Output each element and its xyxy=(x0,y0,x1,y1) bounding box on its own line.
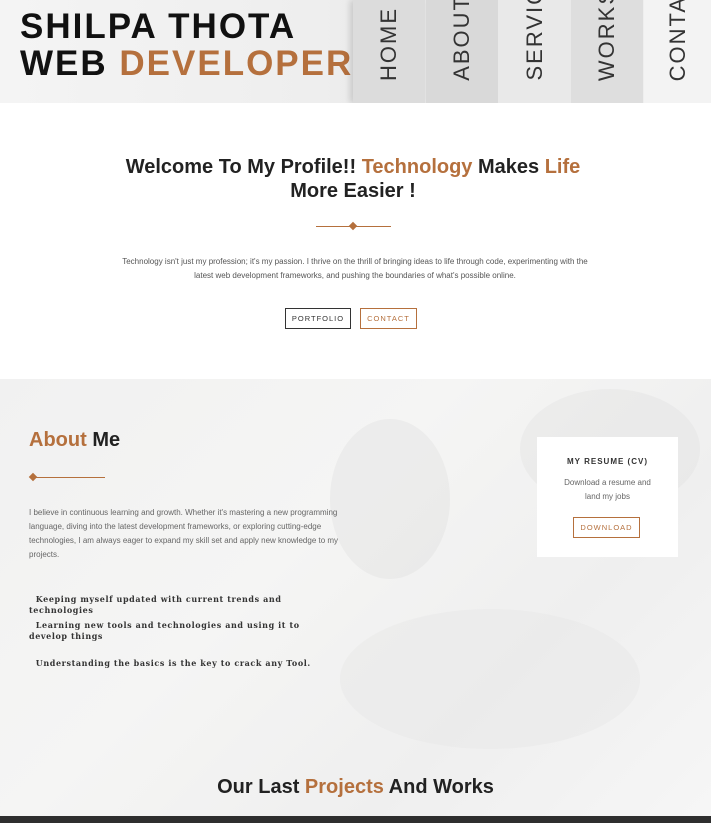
hero-title-accent-technology: Technology xyxy=(361,156,473,178)
resume-text: Download a resume and land my jobs xyxy=(564,478,651,501)
skill-item-text: Keeping myself updated with current tren… xyxy=(29,594,282,615)
about-title-accent: About xyxy=(29,429,87,451)
download-resume-button[interactable]: DOWNLOAD xyxy=(573,517,640,538)
nav-tab-contact[interactable]: CONTA xyxy=(644,0,711,103)
nav-tab-label: CONTA xyxy=(664,0,690,81)
brand-role-prefix: WEB xyxy=(20,44,108,83)
hero-title-part3: More Easier ! xyxy=(290,180,416,202)
background-photo-shape xyxy=(330,419,450,579)
about-title-rest: Me xyxy=(86,429,121,451)
hero-description: Technology isn't just my profession; it'… xyxy=(122,257,588,280)
background-photo-shape xyxy=(340,609,640,749)
nav-tab-about[interactable]: ABOUT xyxy=(426,0,498,103)
hero-title-accent-life: Life xyxy=(544,156,581,178)
skill-item-text: Learning new tools and technologies and … xyxy=(29,620,300,641)
hero-divider-diamond xyxy=(348,221,358,231)
nav-tab-label: HOME xyxy=(376,7,401,81)
about-divider-diamond xyxy=(28,472,38,482)
skill-item: Learning new tools and technologies and … xyxy=(29,620,304,642)
skill-item: Keeping myself updated with current tren… xyxy=(29,594,319,616)
hero-title: Welcome To My Profile!! Technology Makes… xyxy=(100,155,606,203)
about-divider-line xyxy=(32,477,105,478)
hero-title-part2: Makes xyxy=(472,156,545,178)
nav-tab-home[interactable]: HOME xyxy=(353,0,425,103)
projects-title-prefix: Our Last xyxy=(217,776,305,798)
nav-tab-label: WORKS xyxy=(594,0,619,81)
brand-role: WEB DEVELOPER xyxy=(20,45,353,82)
projects-title-accent: Projects xyxy=(304,776,384,798)
nav-tab-works[interactable]: WORKS xyxy=(571,0,643,103)
site-header: SHILPA THOTA WEB DEVELOPER HOME ABOUT SE… xyxy=(0,0,711,103)
hero-section: Welcome To My Profile!! Technology Makes… xyxy=(0,103,711,379)
brand-name: SHILPA THOTA xyxy=(20,7,297,46)
resume-card: MY RESUME (CV) Download a resume and lan… xyxy=(537,437,678,557)
skill-item-text: Understanding the basics is the key to c… xyxy=(35,658,311,668)
about-title: About Me xyxy=(29,429,120,452)
about-section: About Me I believe in continuous learnin… xyxy=(0,379,711,816)
nav-tab-label: ABOUT xyxy=(449,0,474,81)
footer-edge-bar xyxy=(0,816,711,823)
nav-tab-services[interactable]: SERVIC xyxy=(499,0,571,103)
about-description: I believe in continuous learning and gro… xyxy=(29,508,339,559)
skill-item: Understanding the basics is the key to c… xyxy=(29,658,319,669)
portfolio-button[interactable]: PORTFOLIO xyxy=(285,308,351,329)
brand-role-accent: DEVELOPER xyxy=(119,44,354,83)
projects-title-suffix: And Works xyxy=(383,776,494,798)
hero-title-part1: Welcome To My Profile!! xyxy=(125,156,362,178)
contact-button[interactable]: CONTACT xyxy=(360,308,417,329)
brand-logo[interactable]: SHILPA THOTA WEB DEVELOPER xyxy=(20,8,353,82)
projects-title: Our Last Projects And Works xyxy=(0,776,711,799)
resume-title: MY RESUME (CV) xyxy=(567,457,648,466)
nav-tab-label: SERVIC xyxy=(522,0,547,81)
